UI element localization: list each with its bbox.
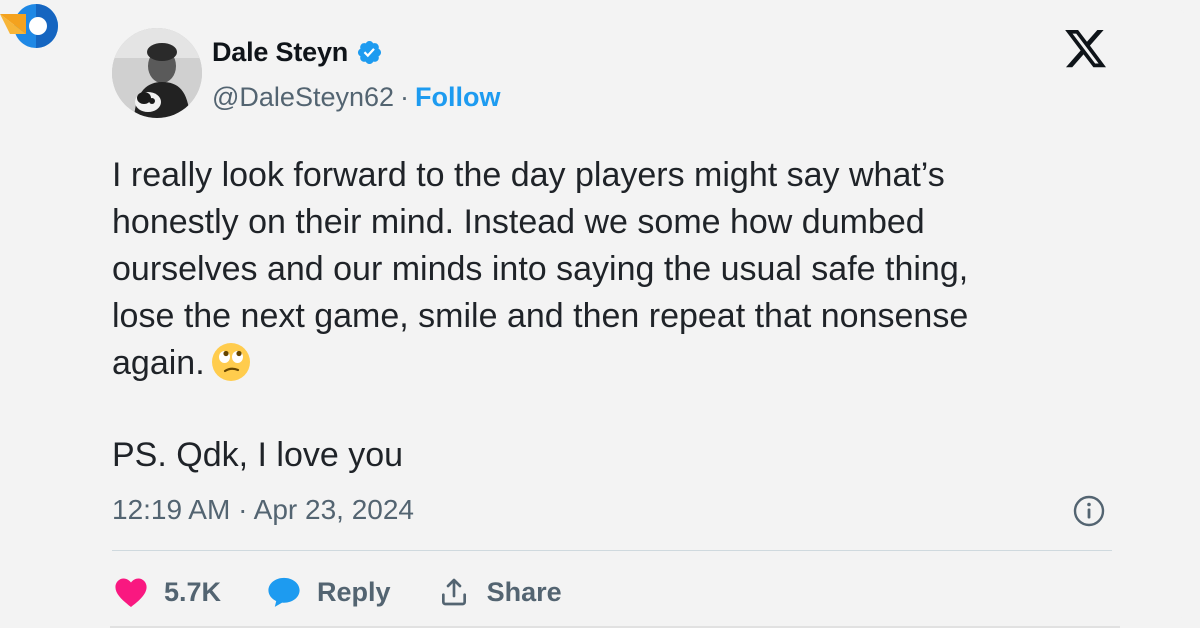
display-name[interactable]: Dale Steyn	[212, 37, 348, 68]
tweet-actions: 5.7K Reply Share	[114, 570, 608, 614]
handle-separator: ·	[400, 81, 410, 112]
share-button[interactable]: Share	[437, 576, 562, 608]
follow-button[interactable]: Follow	[415, 82, 500, 113]
share-label: Share	[486, 576, 562, 607]
x-logo-icon[interactable]	[1064, 30, 1108, 70]
handle-row: @DaleSteyn62 · Follow	[212, 80, 501, 114]
tweet-timestamp[interactable]: 12:19 AM · Apr 23, 2024	[112, 494, 414, 526]
like-button[interactable]: 5.7K	[114, 576, 221, 608]
tweet-card: Dale Steyn @DaleSteyn62 · Follow I reall…	[68, 6, 1188, 622]
heart-icon	[115, 578, 147, 608]
author-name-row: Dale Steyn	[212, 34, 383, 70]
handle[interactable]: @DaleSteyn62	[212, 82, 394, 113]
avatar[interactable]	[112, 28, 202, 118]
site-logo-icon	[0, 4, 58, 48]
share-icon	[441, 578, 466, 606]
divider	[112, 550, 1112, 551]
verified-badge-icon	[358, 40, 382, 64]
info-icon[interactable]	[1072, 494, 1106, 528]
speech-bubble-icon	[268, 577, 300, 607]
reply-label: Reply	[317, 576, 391, 607]
tweet-postscript: PS. Qdk, I love you	[112, 436, 404, 474]
reply-button[interactable]: Reply	[267, 576, 391, 608]
screenshot-canvas: Dale Steyn @DaleSteyn62 · Follow I reall…	[0, 0, 1200, 628]
tweet-body: I really look forward to the day players…	[112, 152, 1112, 387]
rolling-eyes-emoji-icon	[211, 343, 250, 381]
like-count: 5.7K	[164, 576, 222, 607]
